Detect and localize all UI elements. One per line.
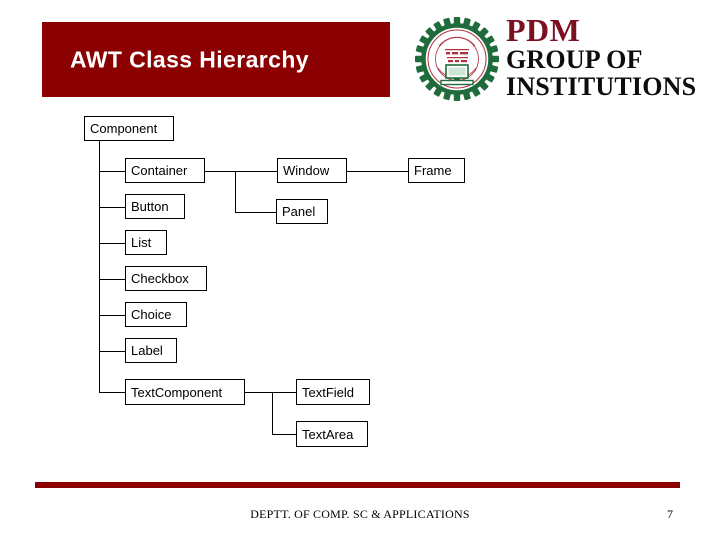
class-node-frame: Frame xyxy=(408,158,465,183)
connector-line xyxy=(235,171,236,212)
class-node-textarea: TextArea xyxy=(296,421,368,447)
class-node-panel: Panel xyxy=(276,199,328,224)
connector-line xyxy=(99,392,125,393)
connector-line xyxy=(99,279,125,280)
connector-line xyxy=(99,171,125,172)
connector-line xyxy=(99,351,125,352)
connector-line xyxy=(272,434,296,435)
connector-line xyxy=(99,141,100,392)
connector-line xyxy=(347,171,408,172)
connector-line xyxy=(99,207,125,208)
class-node-label: Label xyxy=(125,338,177,363)
connector-line xyxy=(235,212,276,213)
class-node-container: Container xyxy=(125,158,205,183)
class-node-checkbox: Checkbox xyxy=(125,266,207,291)
connector-line xyxy=(272,392,273,434)
connector-line xyxy=(99,315,125,316)
connector-line xyxy=(245,392,296,393)
awt-class-hierarchy-diagram: Component Container Button List Checkbox Choi… xyxy=(0,0,720,540)
footer-department-text: DEPTT. OF COMP. SC & APPLICATIONS xyxy=(250,507,470,521)
class-node-button: Button xyxy=(125,194,185,219)
slide-canvas: AWT Class Hierarchy PDM GROUP OF INSTITU… xyxy=(0,0,720,540)
connector-line xyxy=(99,243,125,244)
connector-line xyxy=(205,171,277,172)
class-node-textfield: TextField xyxy=(296,379,370,405)
class-node-list: List xyxy=(125,230,167,255)
class-node-component: Component xyxy=(84,116,174,141)
footer-rule xyxy=(35,482,680,488)
class-node-choice: Choice xyxy=(125,302,187,327)
page-number: 7 xyxy=(667,507,673,521)
class-node-window: Window xyxy=(277,158,347,183)
class-node-textcomponent: TextComponent xyxy=(125,379,245,405)
